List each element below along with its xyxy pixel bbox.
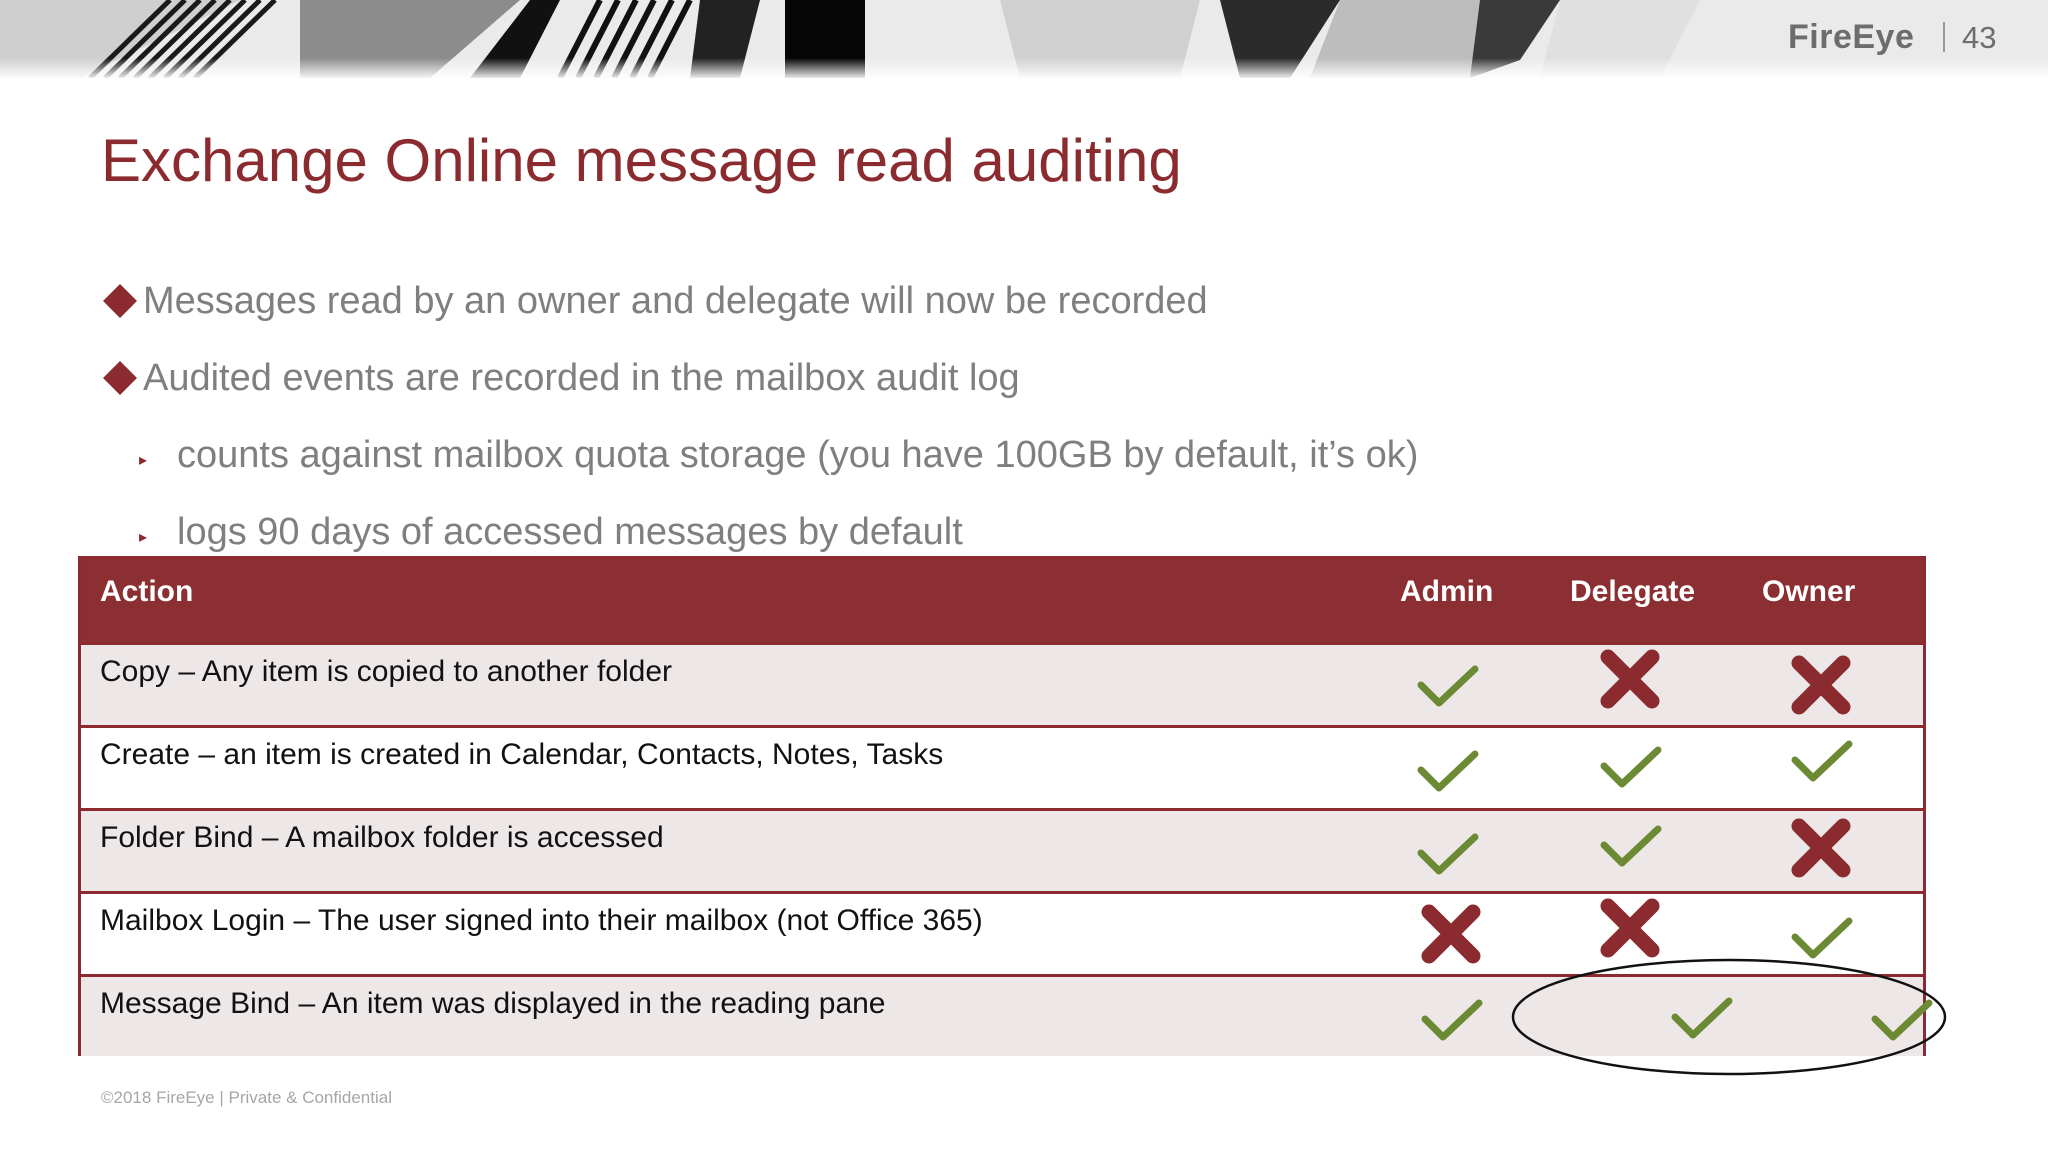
header-fade (0, 58, 2048, 78)
table-row: Copy – Any item is copied to another fol… (81, 642, 1923, 725)
table-row: Folder Bind – A mailbox folder is access… (81, 808, 1923, 891)
admin-mark (1419, 987, 1483, 1051)
check-icon (1600, 825, 1662, 867)
delegate-mark (1598, 813, 1662, 877)
owner-mark (1789, 905, 1853, 969)
bullet-text: Audited events are recorded in the mailb… (143, 357, 1020, 399)
diamond-bullet-icon (103, 284, 137, 318)
action-cell: Message Bind – An item was displayed in … (100, 987, 886, 1020)
header-admin: Admin (1400, 575, 1494, 608)
admin-mark (1415, 821, 1479, 885)
check-icon (1791, 917, 1853, 959)
arrow-bullet-icon: ▸ (139, 452, 148, 469)
header-action: Action (100, 575, 194, 608)
cross-icon (1791, 818, 1851, 878)
check-icon (1671, 997, 1733, 1039)
page-number: 43 (1962, 20, 1997, 55)
action-cell: Copy – Any item is copied to another fol… (100, 655, 672, 688)
delegate-mark (1598, 734, 1662, 798)
admin-mark (1419, 902, 1483, 966)
bullet-text: Messages read by an owner and delegate w… (143, 280, 1208, 322)
check-icon (1600, 746, 1662, 788)
header-owner: Owner (1762, 575, 1856, 608)
header-divider (1943, 22, 1945, 52)
owner-mark (1869, 987, 1933, 1051)
admin-mark (1415, 653, 1479, 717)
cross-icon (1600, 898, 1660, 958)
action-cell: Folder Bind – A mailbox folder is access… (100, 821, 664, 854)
check-icon (1421, 999, 1483, 1041)
delegate-mark (1598, 896, 1662, 960)
check-icon (1791, 740, 1853, 782)
footer-copyright: ©2018 FireEye | Private & Confidential (101, 1088, 392, 1107)
header-banner (0, 0, 2048, 78)
owner-mark (1789, 816, 1853, 880)
owner-mark (1789, 728, 1853, 792)
slide-title: Exchange Online message read auditing (101, 127, 1182, 194)
delegate-mark (1669, 985, 1733, 1049)
diamond-bullet-icon (103, 361, 137, 395)
table-row: Create – an item is created in Calendar,… (81, 725, 1923, 808)
arrow-bullet-icon: ▸ (139, 529, 148, 546)
audit-actions-table: Action Admin Delegate Owner Copy – Any i… (78, 556, 1933, 1056)
cross-icon (1421, 904, 1481, 964)
admin-mark (1415, 738, 1479, 802)
check-icon (1417, 665, 1479, 707)
header-delegate: Delegate (1570, 575, 1696, 608)
check-icon (1417, 833, 1479, 875)
table-header: Action Admin Delegate Owner (81, 559, 1923, 642)
action-cell: Mailbox Login – The user signed into the… (100, 904, 983, 937)
sub-bullet-text: counts against mailbox quota storage (yo… (177, 434, 1419, 476)
action-cell: Create – an item is created in Calendar,… (100, 738, 944, 771)
table-row: Message Bind – An item was displayed in … (81, 974, 1933, 1056)
check-icon (1871, 999, 1933, 1041)
sub-bullet-text: logs 90 days of accessed messages by def… (177, 511, 963, 553)
table-row: Mailbox Login – The user signed into the… (81, 891, 1923, 974)
fireeye-logo: FireEye (1788, 18, 1915, 56)
check-icon (1417, 750, 1479, 792)
delegate-mark (1598, 647, 1662, 711)
cross-icon (1600, 649, 1660, 709)
cross-icon (1791, 655, 1851, 715)
owner-mark (1789, 653, 1853, 717)
